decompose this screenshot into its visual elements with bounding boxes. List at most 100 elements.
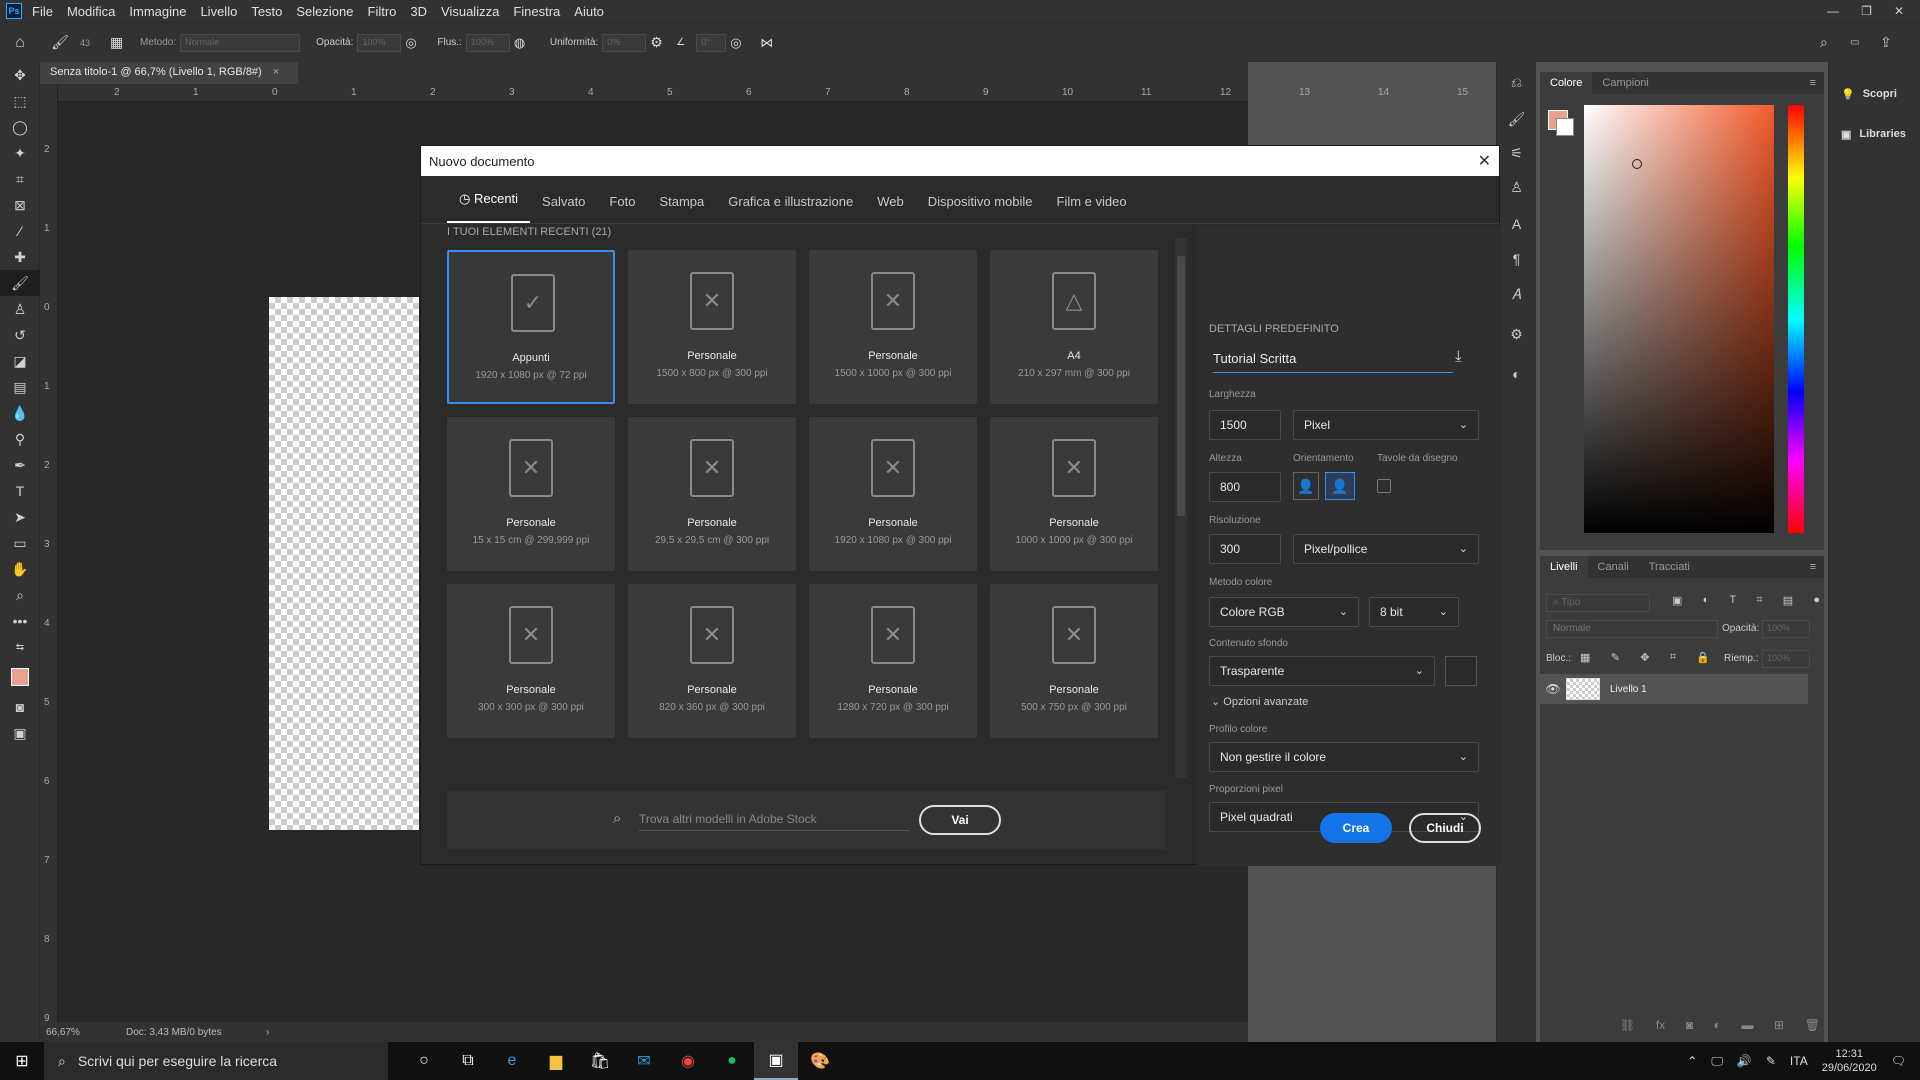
zoom-tool-icon[interactable]: ⌕ [0, 582, 40, 608]
tab-recent[interactable]: ◷ Recenti [447, 191, 531, 223]
color-picker-cursor[interactable] [1632, 159, 1642, 169]
filter-type-icon[interactable]: T [1729, 594, 1736, 612]
glyphs-icon[interactable]: 𝐴 [1497, 274, 1536, 314]
task-view-icon[interactable]: ⧉ [446, 1042, 490, 1080]
adjustment-layer-icon[interactable]: ◐ [1714, 1018, 1721, 1032]
layer-opacity-field[interactable]: 100% [1762, 620, 1810, 638]
document-tab[interactable]: Senza titolo-1 @ 66,7% (Livello 1, RGB/8… [40, 62, 298, 84]
tab-swatches[interactable]: Campioni [1592, 77, 1658, 89]
transparent-canvas[interactable] [269, 297, 419, 830]
add-mask-icon[interactable]: ◙ [1686, 1018, 1693, 1032]
save-preset-icon[interactable]: ⤓ [1455, 348, 1462, 365]
mail-icon[interactable]: ✉ [622, 1042, 666, 1080]
store-icon[interactable]: 🛍 [578, 1042, 622, 1080]
tray-expand-icon[interactable]: ⌃ [1687, 1054, 1697, 1068]
close-icon[interactable]: ✕ [1478, 151, 1491, 171]
go-button[interactable]: Vai [919, 805, 1001, 835]
taskbar-search[interactable]: ⌕ Scrivi qui per eseguire la ricerca [44, 1042, 388, 1080]
eye-icon[interactable]: 👁 [1540, 682, 1566, 696]
search-icon[interactable]: ⌕ [1820, 34, 1850, 51]
discover-button[interactable]: 💡 Scopri [1829, 74, 1920, 114]
stamp-tool-icon[interactable]: ♙ [0, 296, 40, 322]
tab-color[interactable]: Colore [1540, 72, 1593, 94]
restore-icon[interactable]: ❐ [1861, 4, 1872, 18]
recent-scrollbar[interactable] [1175, 238, 1187, 778]
pen-tool-icon[interactable]: ✒ [0, 452, 40, 478]
home-icon[interactable]: ⌂ [0, 34, 40, 52]
new-layer-icon[interactable]: ⊞ [1774, 1018, 1784, 1032]
screen-mode-icon[interactable]: ▣ [0, 720, 40, 746]
character-icon[interactable]: A [1497, 204, 1536, 244]
bit-depth-select[interactable]: 8 bit ⌄ [1369, 597, 1459, 627]
blend-mode-select[interactable]: Normale [1546, 620, 1718, 638]
preset-card[interactable]: ✕ Personale 500 x 750 px @ 300 ppi [990, 584, 1158, 738]
height-input[interactable]: 800 [1209, 472, 1281, 502]
menu-edit[interactable]: Modifica [67, 4, 115, 19]
volume-icon[interactable]: 🔊 [1737, 1054, 1752, 1068]
filter-image-icon[interactable]: ▣ [1672, 594, 1682, 612]
swap-colors-icon[interactable]: ⇆ [0, 634, 40, 660]
link-layers-icon[interactable]: ⛓ [1620, 1018, 1635, 1032]
menu-type[interactable]: Testo [251, 4, 282, 19]
hue-slider[interactable] [1788, 105, 1804, 533]
resolution-unit-select[interactable]: Pixel/pollice ⌄ [1293, 534, 1479, 564]
filter-adjust-icon[interactable]: ◐ [1703, 594, 1710, 612]
preset-card[interactable]: ✕ Personale 300 x 300 px @ 300 ppi [447, 584, 615, 738]
color-profile-select[interactable]: Non gestire il colore ⌄ [1209, 742, 1479, 772]
lock-all-icon[interactable]: 🔒 [1696, 651, 1710, 664]
tab-layers[interactable]: Livelli [1540, 556, 1588, 578]
properties-icon[interactable]: ⚙ [1497, 314, 1536, 354]
photoshop-taskbar-icon[interactable]: ▣ [754, 1042, 798, 1080]
fill-field[interactable]: 100% [1762, 650, 1810, 668]
width-unit-select[interactable]: Pixel ⌄ [1293, 410, 1479, 440]
preset-card[interactable]: ✓ Appunti 1920 x 1080 px @ 72 ppi [447, 250, 615, 404]
gradient-tool-icon[interactable]: ▤ [0, 374, 40, 400]
landscape-button[interactable]: 👤 [1325, 472, 1355, 500]
magic-wand-tool-icon[interactable]: ✦ [0, 140, 40, 166]
clock[interactable]: 12:31 29/06/2020 [1822, 1047, 1877, 1075]
resolution-input[interactable]: 300 [1209, 534, 1281, 564]
network-icon[interactable]: 🖵 [1711, 1054, 1723, 1069]
brush-tool-icon[interactable]: 🖌 [40, 34, 80, 51]
background-swatch[interactable] [1556, 118, 1574, 136]
layer-filter-input[interactable]: ⌕ Tipo [1546, 594, 1650, 612]
lock-paint-icon[interactable]: ✎ [1611, 651, 1620, 664]
method-select[interactable]: Normale [180, 33, 301, 52]
menu-3d[interactable]: 3D [410, 4, 427, 19]
hand-tool-icon[interactable]: ✋ [0, 556, 40, 582]
cortana-icon[interactable]: ○ [402, 1042, 446, 1080]
advanced-options-toggle[interactable]: ⌄ Opzioni avanzate [1211, 695, 1308, 708]
fx-icon[interactable]: fx [1656, 1018, 1665, 1032]
new-group-icon[interactable]: ▬ [1741, 1018, 1753, 1032]
close-window-icon[interactable]: ✕ [1894, 4, 1904, 18]
flow-field[interactable]: 100% [465, 33, 510, 52]
healing-tool-icon[interactable]: ✚ [0, 244, 40, 270]
smoothing-field[interactable]: 0% [602, 33, 647, 52]
symmetry-icon[interactable]: ⋈ [760, 35, 790, 51]
chrome-icon[interactable]: ◉ [666, 1042, 710, 1080]
chevron-right-icon[interactable]: › [266, 1027, 269, 1038]
path-selection-icon[interactable]: ➤ [0, 504, 40, 530]
preset-card[interactable]: ✕ Personale 29,5 x 29,5 cm @ 300 ppi [628, 417, 796, 571]
close-button[interactable]: Chiudi [1409, 813, 1481, 843]
preset-card[interactable]: ✕ Personale 1500 x 1000 px @ 300 ppi [809, 250, 977, 404]
eraser-tool-icon[interactable]: ◪ [0, 348, 40, 374]
foreground-color-swatch[interactable] [0, 660, 40, 694]
paint-icon[interactable]: 🎨 [798, 1042, 842, 1080]
dodge-tool-icon[interactable]: ⚲ [0, 426, 40, 452]
pressure-opacity-icon[interactable]: ◎ [405, 35, 431, 51]
windows-start-icon[interactable]: ⊞ [0, 1042, 44, 1080]
marquee-tool-icon[interactable]: ⬚ [0, 88, 40, 114]
language-indicator[interactable]: ITA [1790, 1054, 1808, 1068]
tab-art-illustration[interactable]: Grafica e illustrazione [716, 194, 865, 223]
libraries-button[interactable]: ▣ Libraries [1829, 114, 1920, 154]
paragraph-icon[interactable]: ¶ [1497, 244, 1536, 274]
rectangle-tool-icon[interactable]: ▭ [0, 530, 40, 556]
create-button[interactable]: Crea [1320, 813, 1392, 843]
tab-paths[interactable]: Tracciati [1639, 561, 1700, 573]
menu-image[interactable]: Immagine [129, 4, 186, 19]
tab-print[interactable]: Stampa [647, 194, 716, 223]
delete-layer-icon[interactable]: 🗑 [1805, 1018, 1820, 1032]
stock-search-input[interactable]: Trova altri modelli in Adobe Stock [639, 812, 909, 831]
brush-size[interactable]: 43 [80, 38, 110, 48]
